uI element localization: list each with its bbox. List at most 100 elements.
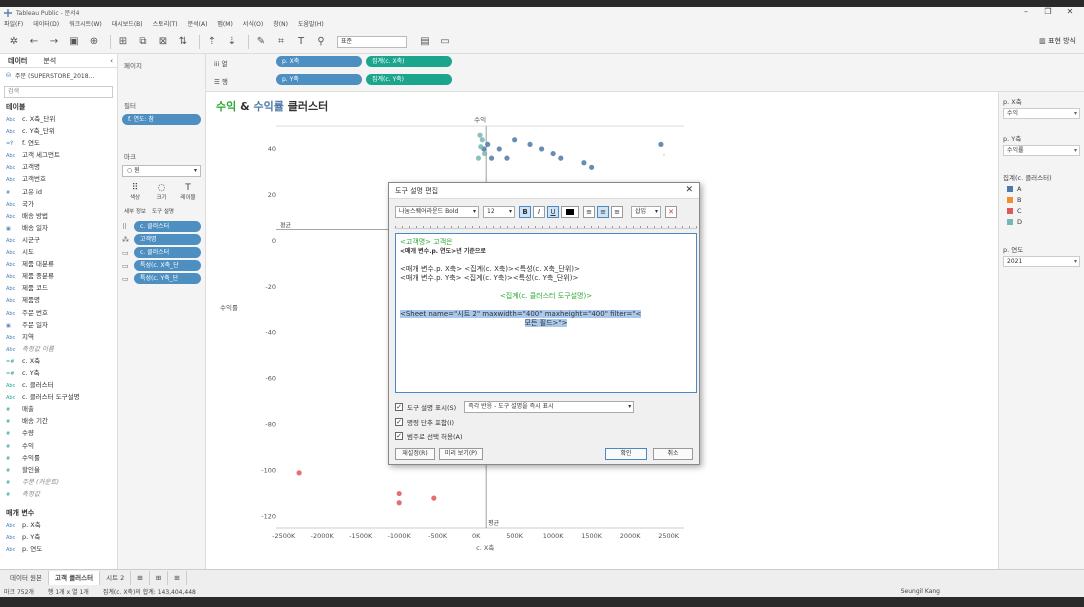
parameter-item[interactable]: Abc p. X축 <box>0 519 117 531</box>
tooltip-text-editor[interactable]: <고객명> 고객은 <매개 변수.p. 연도>년 기준으로 <매개 변수.p. X축… <box>395 233 697 393</box>
menu-item[interactable]: 창(N) <box>273 19 288 28</box>
field-item[interactable]: # 수익 <box>0 440 117 452</box>
font-size-select[interactable]: 12 <box>483 206 515 218</box>
px-param-select[interactable]: 수익 <box>1003 108 1080 119</box>
clear-sheet-icon[interactable]: ⊠ <box>155 34 171 50</box>
field-item[interactable]: Abc 측정값 이름 <box>0 343 117 355</box>
font-color-button[interactable] <box>561 206 579 218</box>
new-story-icon[interactable]: ⊞ <box>168 570 187 585</box>
field-item[interactable]: Abc 국가 <box>0 198 117 210</box>
py-param-select[interactable]: 수익률 <box>1003 145 1080 156</box>
swap-icon[interactable]: ⇅ <box>175 34 191 50</box>
field-item[interactable]: =Ŷ f. 연도 <box>0 137 117 149</box>
mark-button[interactable]: ◌ 크기 <box>151 183 173 201</box>
field-item[interactable]: # 매출 <box>0 403 117 415</box>
menu-item[interactable]: 워크시트(W) <box>69 19 102 28</box>
sort-desc-icon[interactable]: ⇣ <box>224 34 240 50</box>
field-item[interactable]: Abc c. 클러스터 도구설명 <box>0 391 117 403</box>
menu-item[interactable]: 파일(F) <box>4 19 23 28</box>
align-center-icon[interactable]: ≡ <box>597 206 609 218</box>
menu-item[interactable]: 서식(O) <box>243 19 263 28</box>
font-select[interactable]: 나눔스퀘어라운드 Bold <box>395 206 479 218</box>
undo-icon[interactable]: ← <box>26 34 42 50</box>
field-item[interactable]: Abc 시도 <box>0 246 117 258</box>
field-item[interactable]: # 수량 <box>0 427 117 439</box>
new-worksheet-icon[interactable]: ⊞ <box>131 570 150 585</box>
rows-pill[interactable]: 집계(c. Y축) <box>366 74 452 85</box>
save-icon[interactable]: ▣ <box>66 34 82 50</box>
show-me-button[interactable]: ▥ 표현 방식 <box>1039 36 1076 46</box>
field-item[interactable]: Abc c. 클러스터 <box>0 379 117 391</box>
close-window-icon[interactable]: ✕ <box>1060 7 1080 18</box>
field-item[interactable]: Abc 제품 중분류 <box>0 270 117 282</box>
show-me-cards-icon[interactable]: ▤ <box>417 34 433 50</box>
collapse-pane-icon[interactable]: ‹ <box>106 54 117 68</box>
ok-button[interactable]: 확인 <box>605 448 647 460</box>
field-item[interactable]: # 고유 id <box>0 186 117 198</box>
menu-item[interactable]: 도움말(H) <box>298 19 324 28</box>
year-param-select[interactable]: 2021 <box>1003 256 1080 267</box>
columns-pill[interactable]: 집계(c. X축) <box>366 56 452 67</box>
align-right-icon[interactable]: ≡ <box>611 206 623 218</box>
reset-button[interactable]: 재설정(R) <box>395 448 435 460</box>
menu-item[interactable]: 분석(A) <box>188 19 208 28</box>
italic-button[interactable]: I <box>533 206 545 218</box>
sort-asc-icon[interactable]: ⇡ <box>204 34 220 50</box>
align-left-icon[interactable]: ≡ <box>583 206 595 218</box>
cluster-legend-item[interactable]: C <box>999 206 1084 217</box>
field-item[interactable]: Abc 제품명 <box>0 294 117 306</box>
mark-button[interactable]: T 레이블 <box>177 183 199 201</box>
add-datasource-icon[interactable]: ⊕ <box>86 34 102 50</box>
underline-button[interactable]: U <box>547 206 559 218</box>
field-item[interactable]: =# c. Y축 <box>0 367 117 379</box>
field-item[interactable]: Abc 고객명 <box>0 161 117 173</box>
field-item[interactable]: # 배송 기간 <box>0 415 117 427</box>
cluster-legend-item[interactable]: A <box>999 184 1084 195</box>
tab-analysis[interactable]: 분석 <box>35 54 64 68</box>
tooltip-mode-select[interactable]: 즉각 반응 - 도구 설명을 즉시 표시 <box>464 401 635 413</box>
field-item[interactable]: Abc 제품 코드 <box>0 282 117 294</box>
minimize-icon[interactable]: – <box>1016 7 1036 18</box>
clear-format-icon[interactable]: ✕ <box>665 206 677 218</box>
category-select-checkbox[interactable]: ✓ <box>395 432 403 440</box>
menu-item[interactable]: 대시보드(B) <box>112 19 143 28</box>
cluster-legend-item[interactable]: B <box>999 195 1084 206</box>
menu-item[interactable]: 스토리(T) <box>153 19 178 28</box>
sheet-tab[interactable]: 고객 클러스터 <box>48 570 101 585</box>
field-item[interactable]: Abc 고객 세그먼트 <box>0 149 117 161</box>
detail-button[interactable]: 세부 정보 <box>124 207 146 215</box>
parameter-item[interactable]: Abc p. Y축 <box>0 531 117 543</box>
presentation-icon[interactable]: ▭ <box>437 34 453 50</box>
menu-item[interactable]: 맵(M) <box>217 19 232 28</box>
field-item[interactable]: # 수익률 <box>0 452 117 464</box>
rows-shelf[interactable]: p. Y축 집계(c. Y축) <box>276 74 452 85</box>
parameter-item[interactable]: Abc p. 연도 <box>0 543 117 555</box>
field-item[interactable]: # 주문 (카운트) <box>0 476 117 488</box>
sheet-tab[interactable]: 시트 2 <box>100 570 132 585</box>
columns-pill[interactable]: p. X축 <box>276 56 362 67</box>
show-tooltip-checkbox[interactable]: ✓ <box>395 403 403 411</box>
user-name[interactable]: Seungil Kang <box>901 588 940 595</box>
insert-menu[interactable]: 삽입 <box>631 206 661 218</box>
field-item[interactable]: ▣ 배송 일자 <box>0 222 117 234</box>
preview-button[interactable]: 미리 보기(P) <box>439 448 483 460</box>
close-icon[interactable]: ✕ <box>685 185 693 195</box>
field-search-input[interactable]: 검색 <box>4 86 113 98</box>
rows-pill[interactable]: p. Y축 <box>276 74 362 85</box>
field-item[interactable]: Abc c. X축_단위 <box>0 113 117 125</box>
label-icon[interactable]: T <box>293 34 309 50</box>
menu-item[interactable]: 데이터(D) <box>33 19 59 28</box>
highlight-icon[interactable]: ✎ <box>253 34 269 50</box>
cancel-button[interactable]: 취소 <box>653 448 693 460</box>
mark-pill[interactable]: 특성(c. Y축_단 <box>134 273 201 284</box>
field-item[interactable]: Abc 배송 방법 <box>0 210 117 222</box>
field-item[interactable]: Abc c. Y축_단위 <box>0 125 117 137</box>
columns-shelf[interactable]: p. X축 집계(c. X축) <box>276 56 452 67</box>
field-item[interactable]: Abc 제품 대분류 <box>0 258 117 270</box>
group-icon[interactable]: ⌗ <box>273 34 289 50</box>
mark-pill[interactable]: c. 클러스터 <box>134 247 201 258</box>
field-item[interactable]: # 할인율 <box>0 464 117 476</box>
field-item[interactable]: Abc 지역 <box>0 331 117 343</box>
tableau-icon[interactable]: ✲ <box>6 34 22 50</box>
mark-button[interactable]: ⠿ 색상 <box>124 183 146 201</box>
